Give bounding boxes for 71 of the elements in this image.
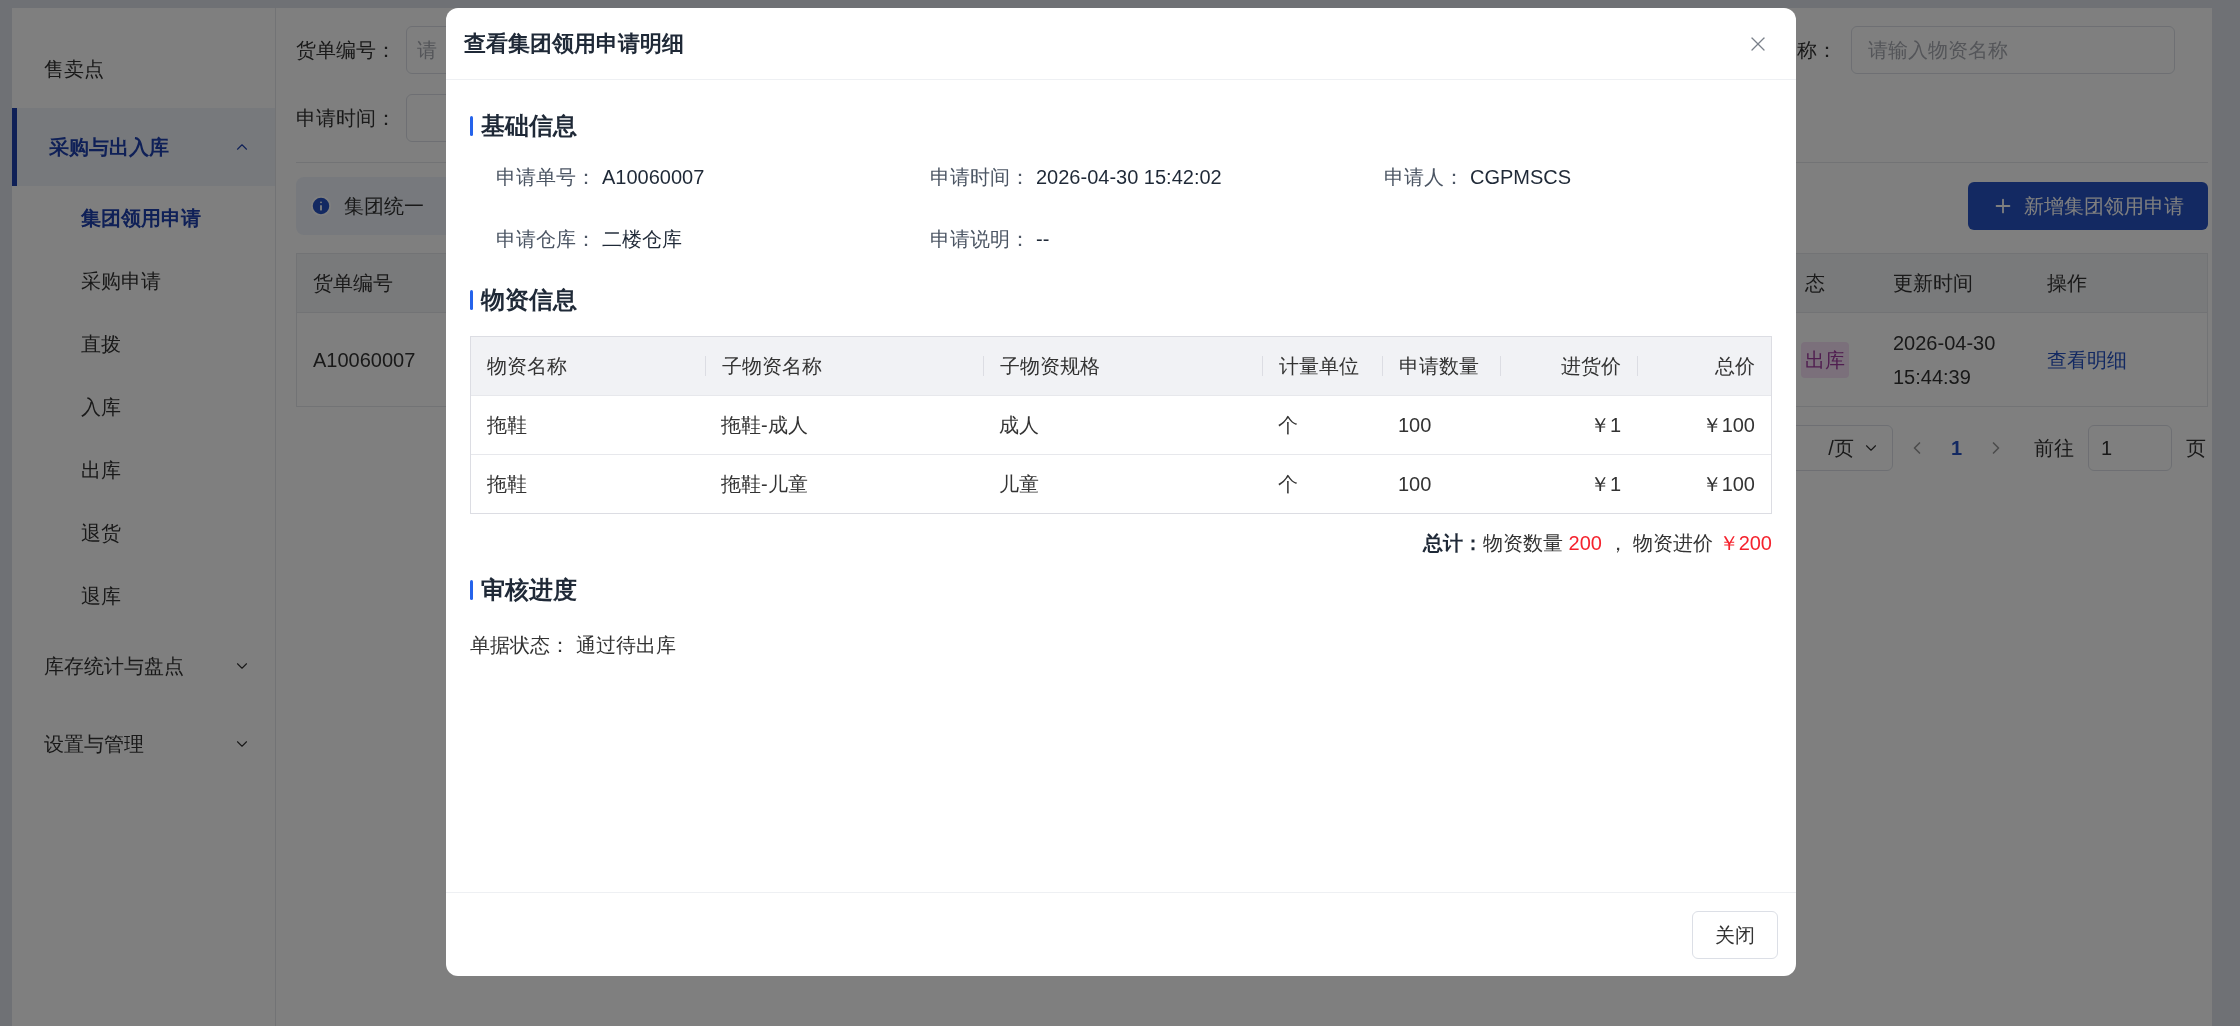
field-value: -- xyxy=(1036,227,1050,252)
field-value: A10060007 xyxy=(602,165,705,190)
column-header: 进货价 xyxy=(1561,354,1621,379)
field-label: 申请仓库： xyxy=(496,227,596,252)
sidebar-subitem[interactable]: 采购申请 xyxy=(12,249,275,312)
filter-label: 申请时间： xyxy=(296,106,396,131)
table-cell-text: 个 xyxy=(1278,413,1298,438)
filter-label: 称： xyxy=(1797,38,1837,63)
column-header: 操作 xyxy=(2047,271,2088,296)
goto-label: 前往 xyxy=(2034,436,2074,461)
table-cell-text: 拖鞋 xyxy=(487,472,527,497)
field-label: 申请单号： xyxy=(496,165,596,190)
section-marker xyxy=(470,580,473,600)
sidebar-subitem[interactable]: 退货 xyxy=(12,501,275,564)
column-header: 子物资规格 xyxy=(1000,354,1100,379)
sidebar-subitem[interactable]: 集团领用申请 xyxy=(12,186,275,249)
sidebar-item[interactable]: 采购与出入库 xyxy=(12,108,275,186)
total-summary: 总计：物资数量 200 ， 物资进价 ￥200 xyxy=(1423,531,1772,556)
section-marker xyxy=(470,290,473,310)
page-suffix: 页 xyxy=(2186,436,2206,461)
table-cell-text: ￥1 xyxy=(1589,413,1621,438)
field-value: 通过待出库 xyxy=(576,633,676,658)
dialog-title: 查看集团领用申请明细 xyxy=(464,30,684,58)
table-cell-text: ￥1 xyxy=(1589,472,1621,497)
column-header: 物资名称 xyxy=(487,354,567,379)
add-button[interactable]: 新增集团领用申请 xyxy=(1968,182,2208,230)
sidebar-item[interactable]: 库存统计与盘点 xyxy=(12,627,275,705)
filter-label: 货单编号： xyxy=(296,38,396,63)
section-heading: 物资信息 xyxy=(481,285,577,315)
field-label: 申请说明： xyxy=(930,227,1030,252)
column-header: 计量单位 xyxy=(1279,354,1359,379)
table-cell-text: 拖鞋-儿童 xyxy=(721,472,808,497)
status-tag: 出库 xyxy=(1801,341,1849,378)
table-cell-text: 100 xyxy=(1398,413,1432,438)
sidebar-subitem[interactable]: 出库 xyxy=(12,438,275,501)
alert-text: 集团统一 xyxy=(344,194,424,219)
sidebar-subitem[interactable]: 退库 xyxy=(12,564,275,627)
field-value: 2026-04-30 15:42:02 xyxy=(1036,165,1222,190)
field-value: CGPMSCS xyxy=(1470,165,1572,190)
sidebar-item[interactable]: 售卖点 xyxy=(12,30,275,108)
table-cell-text: 个 xyxy=(1278,472,1298,497)
section-marker xyxy=(470,116,473,136)
info-icon xyxy=(310,195,332,217)
table-cell-text: 100 xyxy=(1398,472,1432,497)
table-cell-text: ￥100 xyxy=(1701,472,1755,497)
section-heading: 审核进度 xyxy=(481,575,577,605)
close-button[interactable]: 关闭 xyxy=(1692,910,1778,959)
field-label: 单据状态： xyxy=(470,633,570,658)
column-header: 总价 xyxy=(1715,354,1755,379)
table-cell-text: 成人 xyxy=(999,413,1039,438)
table-cell-text: 儿童 xyxy=(999,472,1039,497)
page-number[interactable]: 1 xyxy=(1940,433,1972,463)
column-header: 态 xyxy=(1804,271,1826,296)
column-header: 子物资名称 xyxy=(722,354,822,379)
column-header: 申请数量 xyxy=(1399,354,1479,379)
sidebar-subitem[interactable]: 入库 xyxy=(12,375,275,438)
table-cell-text: 2026-04-30 15:44:39 xyxy=(1893,330,1997,390)
column-header: 货单编号 xyxy=(312,271,394,296)
table-cell-text: 拖鞋-成人 xyxy=(721,413,808,438)
field-value: 二楼仓库 xyxy=(602,227,682,252)
section-heading: 基础信息 xyxy=(481,111,577,141)
table-cell-text: A10060007 xyxy=(313,347,417,373)
sidebar-item[interactable]: 设置与管理 xyxy=(12,705,275,783)
sidebar-subitem[interactable]: 直拨 xyxy=(12,312,275,375)
table-cell-text: ￥100 xyxy=(1701,413,1755,438)
view-details-link[interactable]: 查看明细 xyxy=(2047,348,2127,371)
table-cell-text: 拖鞋 xyxy=(487,413,527,438)
goto-page-input[interactable]: 1 xyxy=(2088,425,2172,471)
field-label: 申请人： xyxy=(1384,165,1464,190)
field-label: 申请时间： xyxy=(930,165,1030,190)
column-header: 更新时间 xyxy=(1893,271,1974,296)
